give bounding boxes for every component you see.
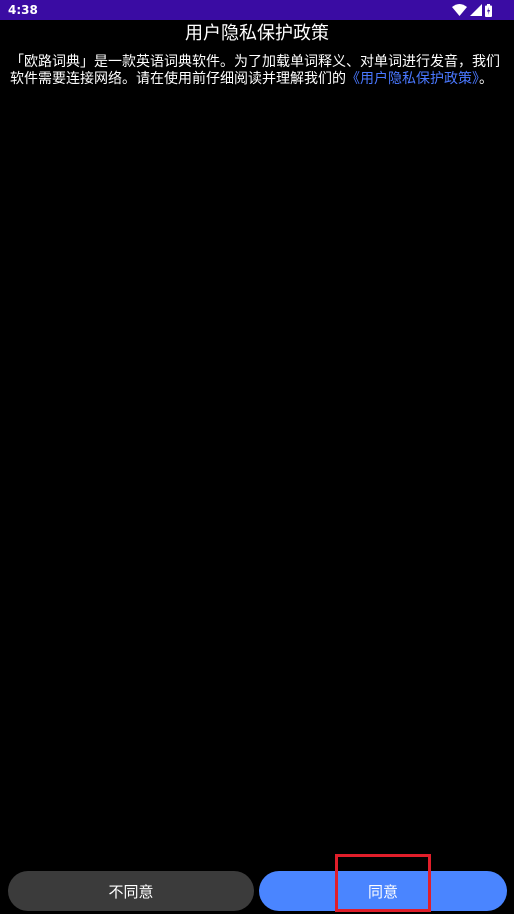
- disagree-button-label: 不同意: [108, 882, 154, 901]
- agree-button[interactable]: 同意: [259, 871, 507, 911]
- disagree-button[interactable]: 不同意: [8, 871, 254, 911]
- signal-icon: [470, 4, 482, 16]
- privacy-body-text: 「欧路词典」是一款英语词典软件。为了加载单词释义、对单词进行发音，我们软件需要连…: [10, 54, 506, 88]
- wifi-icon: [452, 4, 467, 16]
- status-bar: 4:38: [0, 0, 514, 20]
- privacy-body-suffix: 。: [479, 71, 493, 87]
- status-icons: [452, 3, 492, 17]
- agree-button-label: 同意: [367, 882, 398, 901]
- status-time: 4:38: [8, 3, 38, 17]
- battery-icon: [485, 3, 492, 17]
- dialog-title: 用户隐私保护政策: [185, 23, 329, 44]
- privacy-policy-link[interactable]: 《用户隐私保护政策》: [346, 71, 479, 87]
